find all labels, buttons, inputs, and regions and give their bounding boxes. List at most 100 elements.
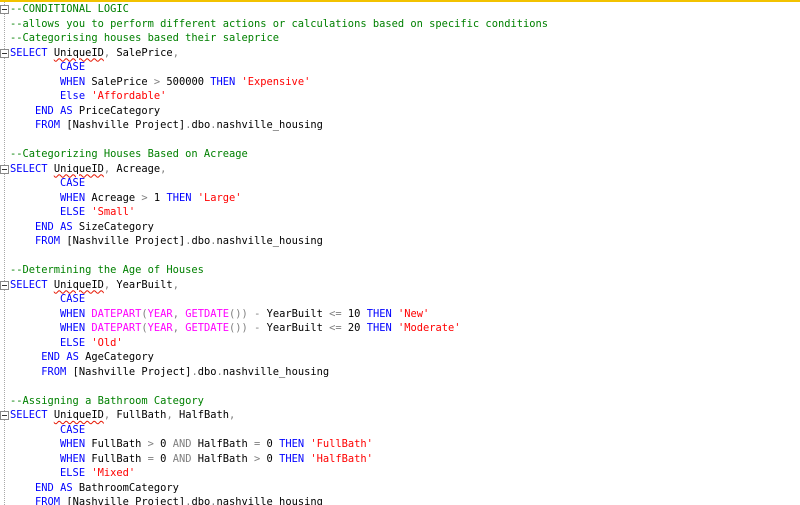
collapse-minus-icon[interactable] bbox=[0, 164, 9, 174]
keyword-token: ELSE bbox=[60, 467, 86, 479]
code-line[interactable]: WHEN DATEPART(YEAR, GETDATE()) - YearBui… bbox=[10, 321, 800, 336]
code-line[interactable]: FROM [Nashville Project].dbo.nashville_h… bbox=[10, 365, 800, 380]
code-line[interactable]: --Assigning a Bathroom Category bbox=[10, 394, 800, 409]
code-line[interactable]: --Categorising houses based their salepr… bbox=[10, 31, 800, 46]
code-line[interactable]: SELECT UniqueID, YearBuilt, bbox=[10, 278, 800, 293]
collapse-minus-icon[interactable] bbox=[0, 48, 9, 58]
keyword-token: END bbox=[41, 351, 61, 363]
code-line[interactable]: Else 'Affordable' bbox=[10, 89, 800, 104]
identifier-token: 0 bbox=[260, 438, 280, 450]
code-line[interactable]: --allows you to perform different action… bbox=[10, 17, 800, 32]
keyword-token: SELECT bbox=[10, 46, 48, 59]
code-line[interactable]: CASE bbox=[10, 60, 800, 75]
function-token: YEAR bbox=[147, 307, 173, 320]
identifier-token: FullBath bbox=[85, 438, 148, 450]
code-line[interactable]: CASE bbox=[10, 292, 800, 307]
identifier-token: Acreage bbox=[110, 162, 161, 175]
identifier-token: UniqueID bbox=[53, 278, 104, 291]
code-line[interactable]: --Determining the Age of Houses bbox=[10, 263, 800, 278]
keyword-token: THEN bbox=[166, 191, 192, 204]
code-line[interactable]: --CONDITIONAL LOGIC bbox=[10, 2, 800, 17]
string-literal-token: 'Old' bbox=[91, 336, 123, 349]
identifier-token: FullBath bbox=[110, 409, 167, 421]
code-line[interactable]: FROM [Nashville Project].dbo.nashville_h… bbox=[10, 495, 800, 505]
code-line[interactable]: WHEN DATEPART(YEAR, GETDATE()) - YearBui… bbox=[10, 307, 800, 322]
collapse-minus-icon[interactable] bbox=[0, 280, 9, 290]
identifier-token: YearBuilt bbox=[260, 307, 330, 320]
code-line[interactable]: SELECT UniqueID, FullBath, HalfBath, bbox=[10, 408, 800, 423]
code-line[interactable]: --Categorizing Houses Based on Acreage bbox=[10, 147, 800, 162]
string-literal-token: 'Mixed' bbox=[91, 467, 136, 479]
collapse-minus-icon[interactable] bbox=[0, 411, 9, 420]
code-line[interactable]: ELSE 'Old' bbox=[10, 336, 800, 351]
operator-token: ()) bbox=[229, 322, 248, 334]
keyword-token: AS bbox=[60, 104, 73, 117]
string-literal-token: 'New' bbox=[398, 307, 430, 320]
identifier-token: FullBath bbox=[85, 452, 148, 465]
identifier-token: YearBuilt bbox=[110, 278, 173, 291]
keyword-token: AS bbox=[60, 481, 73, 494]
code-area[interactable]: --CONDITIONAL LOGIC --allows you to perfo… bbox=[10, 2, 800, 505]
code-line[interactable]: END AS PriceCategory bbox=[10, 104, 800, 119]
keyword-token: ELSE bbox=[60, 206, 86, 218]
code-line[interactable]: FROM [Nashville Project].dbo.nashville_h… bbox=[10, 234, 800, 249]
operator-token: , bbox=[229, 409, 236, 421]
code-line[interactable]: CASE bbox=[10, 423, 800, 438]
identifier-token: 0 bbox=[260, 452, 280, 465]
operator-token: <= bbox=[329, 322, 342, 334]
code-line[interactable]: WHEN FullBath = 0 AND HalfBath > 0 THEN … bbox=[10, 452, 800, 467]
identifier-token: dbo bbox=[191, 496, 211, 505]
code-line[interactable]: END AS AgeCategory bbox=[10, 350, 800, 365]
code-line[interactable]: ELSE 'Mixed' bbox=[10, 466, 800, 481]
identifier-token: 0 bbox=[153, 452, 173, 465]
code-line[interactable]: SELECT UniqueID, Acreage, bbox=[10, 162, 800, 177]
identifier-token: HalfBath bbox=[191, 452, 255, 465]
code-line[interactable]: SELECT UniqueID, SalePrice, bbox=[10, 46, 800, 61]
keyword-token: END bbox=[35, 104, 54, 117]
string-literal-token: 'HalfBath' bbox=[310, 452, 373, 465]
string-literal-token: 'Moderate' bbox=[398, 322, 461, 334]
code-line[interactable]: ​ bbox=[10, 249, 800, 264]
identifier-token: SalePrice bbox=[110, 46, 173, 59]
identifier-token: 0 bbox=[153, 438, 173, 450]
code-line[interactable]: CASE bbox=[10, 176, 800, 191]
code-line[interactable]: WHEN Acreage > 1 THEN 'Large' bbox=[10, 191, 800, 206]
identifier-token: [Nashville Project] bbox=[60, 119, 186, 131]
code-line[interactable]: WHEN FullBath > 0 AND HalfBath = 0 THEN … bbox=[10, 437, 800, 452]
code-line[interactable]: END AS SizeCategory bbox=[10, 220, 800, 235]
string-literal-token: 'FullBath' bbox=[310, 438, 373, 450]
keyword-token: FROM bbox=[35, 496, 61, 505]
keyword-token: WHEN bbox=[60, 307, 86, 320]
function-token: DATEPART bbox=[91, 307, 142, 320]
code-line[interactable]: FROM [Nashville Project].dbo.nashville_h… bbox=[10, 118, 800, 133]
keyword-token: Else bbox=[60, 90, 86, 102]
function-token: DATEPART bbox=[91, 322, 142, 334]
keyword-token: THEN bbox=[279, 438, 305, 450]
identifier-token: UniqueID bbox=[53, 46, 104, 59]
comment-token: --Determining the Age of Houses bbox=[10, 264, 204, 276]
code-line[interactable]: ​ bbox=[10, 133, 800, 148]
collapse-minus-icon[interactable] bbox=[0, 5, 9, 14]
code-line[interactable]: WHEN SalePrice > 500000 THEN 'Expensive' bbox=[10, 75, 800, 90]
keyword-token: THEN bbox=[279, 452, 305, 465]
comment-token: --Assigning a Bathroom Category bbox=[10, 394, 204, 407]
code-line[interactable]: ​ bbox=[10, 379, 800, 394]
identifier-token: PriceCategory bbox=[72, 104, 161, 117]
code-line[interactable]: ELSE 'Small' bbox=[10, 205, 800, 220]
operator-token: , bbox=[160, 162, 167, 175]
operator-token: <= bbox=[329, 307, 342, 320]
sql-query-editor[interactable]: --CONDITIONAL LOGIC --allows you to perfo… bbox=[0, 0, 800, 505]
code-line[interactable]: END AS BathroomCategory bbox=[10, 481, 800, 496]
function-token: YEAR bbox=[147, 322, 173, 334]
identifier-token: 1 bbox=[147, 191, 167, 204]
